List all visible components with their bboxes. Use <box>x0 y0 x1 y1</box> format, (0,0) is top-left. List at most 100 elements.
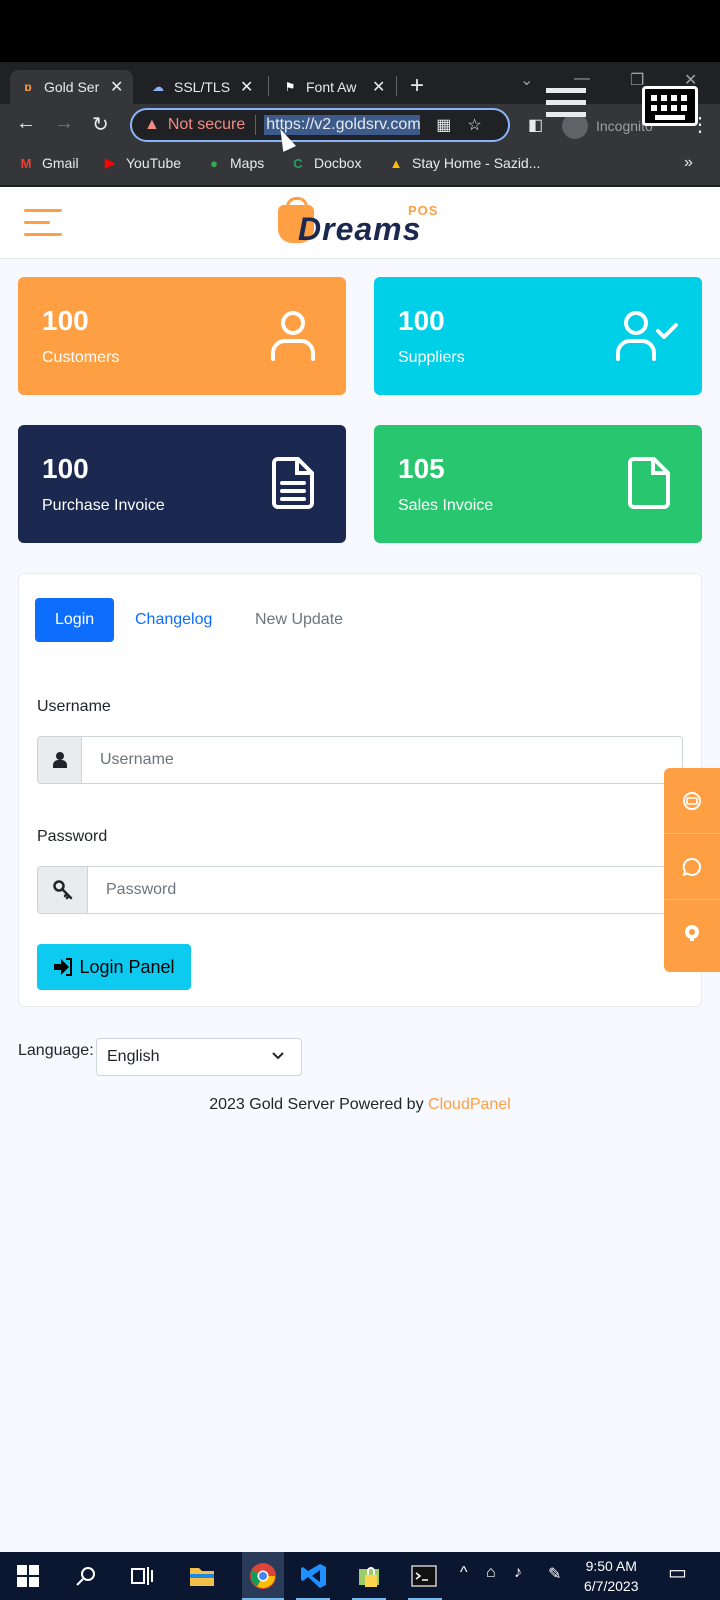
login-button-label: Login Panel <box>79 956 175 977</box>
gmail-icon: M <box>20 155 32 171</box>
youtube-icon: ▶ <box>105 155 115 170</box>
stat-label: Customers <box>42 349 120 366</box>
password-label: Password <box>37 828 108 845</box>
tab-ssl-tls[interactable]: ☁ SSL/TLS ✕ <box>150 70 253 104</box>
warning-icon: ▲ <box>144 116 160 133</box>
drive-icon: ▲ <box>389 155 403 171</box>
support-icon <box>683 791 701 810</box>
cloudpanel-link[interactable]: CloudPanel <box>428 1096 511 1113</box>
pen-icon[interactable]: ✎ <box>548 1564 561 1584</box>
stat-card-customers[interactable]: 100 Customers <box>18 277 346 395</box>
file-text-icon <box>272 457 314 509</box>
browser-chrome: ɒ Gold Ser ✕ ☁ SSL/TLS ✕ ⚑ Font Aw ✕ + ⌄… <box>0 62 720 187</box>
bookmark-label: Maps <box>230 155 265 171</box>
whatsapp-icon <box>682 857 701 876</box>
windows-start-icon[interactable] <box>12 1560 44 1592</box>
bookmark-youtube[interactable]: ▶ YouTube <box>102 155 181 171</box>
close-tab-icon[interactable]: ✕ <box>110 77 123 97</box>
notifications-icon[interactable]: ▭ <box>668 1560 687 1585</box>
page-footer: 2023 Gold Server Powered by CloudPanel <box>0 1096 720 1114</box>
clock-date: 6/7/2023 <box>584 1578 639 1594</box>
bookmark-label: Gmail <box>42 155 79 171</box>
chevron-down-icon <box>272 1052 284 1060</box>
reload-icon[interactable]: ↻ <box>92 112 109 137</box>
file-explorer-icon[interactable] <box>186 1560 218 1592</box>
search-icon[interactable] <box>70 1560 102 1592</box>
username-input-group <box>37 736 683 784</box>
clock-time: 9:50 AM <box>585 1558 637 1574</box>
tab-login[interactable]: Login <box>35 598 115 642</box>
tab-gold-server[interactable]: ɒ Gold Ser ✕ <box>10 70 134 104</box>
dreams-favicon-icon: ɒ <box>24 80 32 94</box>
bookmark-docbox[interactable]: C Docbox <box>290 155 361 171</box>
stat-label: Sales Invoice <box>398 497 494 514</box>
volume-icon[interactable]: ♪ <box>514 1564 522 1582</box>
stat-card-sales-invoice[interactable]: 105 Sales Invoice <box>374 425 702 543</box>
stat-count: 100 <box>42 305 89 336</box>
password-input[interactable] <box>87 866 667 914</box>
app-header: POS Dreams <box>0 187 720 259</box>
stat-card-suppliers[interactable]: 100 Suppliers <box>374 277 702 395</box>
forward-arrow-icon[interactable]: → <box>54 112 74 135</box>
support-button[interactable] <box>664 768 720 834</box>
tab-new-update[interactable]: New Update <box>235 598 363 642</box>
tab-search-icon[interactable]: ⌄ <box>520 70 533 90</box>
bookmarks-bar: M Gmail ▶ YouTube ● Maps C Docbox ▲ Stay… <box>0 146 720 186</box>
qr-code-icon[interactable]: ▦ <box>436 115 451 135</box>
keyboard-icon[interactable] <box>642 86 698 126</box>
bookmark-star-icon[interactable]: ☆ <box>467 115 481 135</box>
username-input[interactable] <box>81 736 683 784</box>
bookmark-gmail[interactable]: M Gmail <box>18 155 79 171</box>
chrome-icon[interactable] <box>242 1552 284 1600</box>
back-arrow-icon[interactable]: ← <box>16 112 36 135</box>
tab-separator <box>268 76 269 96</box>
stat-count: 105 <box>398 453 445 484</box>
taskbar-clock[interactable]: 9:50 AM 6/7/2023 <box>584 1556 639 1596</box>
github-button[interactable] <box>664 900 720 966</box>
dreams-pos-logo[interactable]: POS Dreams <box>278 197 444 249</box>
address-bar[interactable]: ▲ Not secure https://v2.goldsrv.com ▦ ☆ <box>130 108 510 142</box>
stat-count: 100 <box>42 453 89 484</box>
tray-chevron-up-icon[interactable]: ^ <box>460 1564 468 1582</box>
security-status[interactable]: Not secure <box>168 116 245 134</box>
github-icon <box>685 925 699 941</box>
bookmarks-overflow-icon[interactable]: » <box>684 154 693 172</box>
tab-title: SSL/TLS <box>174 79 231 95</box>
omnibox-separator <box>255 115 257 135</box>
logo-text: Dreams <box>298 211 422 247</box>
terminal-icon[interactable] <box>408 1560 440 1592</box>
tab-title: Font Aw <box>306 79 357 95</box>
tab-strip: ɒ Gold Ser ✕ ☁ SSL/TLS ✕ ⚑ Font Aw ✕ + ⌄… <box>0 62 720 104</box>
footer-text: 2023 Gold Server Powered by <box>209 1096 429 1113</box>
maps-pin-icon: ● <box>210 155 218 171</box>
overlay-menu-icon[interactable] <box>546 88 586 124</box>
sidebar-toggle-button[interactable] <box>24 209 62 245</box>
new-tab-button[interactable]: + <box>410 72 424 100</box>
key-icon <box>37 866 87 914</box>
close-tab-icon[interactable]: ✕ <box>240 77 253 97</box>
bookmark-label: YouTube <box>126 155 182 171</box>
tab-title: Gold Ser <box>44 79 100 95</box>
tab-font-awesome[interactable]: ⚑ Font Aw ✕ <box>282 70 386 104</box>
network-icon[interactable]: ⌂ <box>486 1564 496 1582</box>
language-selected-value: English <box>107 1048 160 1065</box>
user-check-icon <box>616 311 678 361</box>
bookmark-stay-home[interactable]: ▲ Stay Home - Sazid... <box>388 155 541 171</box>
minimize-icon[interactable]: — <box>574 70 590 88</box>
language-select[interactable]: English <box>96 1038 302 1076</box>
close-tab-icon[interactable]: ✕ <box>372 77 385 97</box>
stat-card-purchase-invoice[interactable]: 100 Purchase Invoice <box>18 425 346 543</box>
task-view-icon[interactable] <box>126 1560 158 1592</box>
vscode-icon[interactable] <box>298 1560 330 1592</box>
floating-action-bar <box>664 768 720 972</box>
docbox-icon: C <box>293 155 303 171</box>
password-input-group <box>37 866 667 914</box>
tab-changelog[interactable]: Changelog <box>115 598 232 642</box>
bookmark-maps[interactable]: ● Maps <box>206 155 264 171</box>
cloud-favicon-icon: ☁ <box>152 80 164 94</box>
whatsapp-button[interactable] <box>664 834 720 900</box>
side-panel-icon[interactable]: ◧ <box>528 115 543 135</box>
login-panel-button[interactable]: Login Panel <box>37 944 191 990</box>
app-lock-icon[interactable] <box>354 1560 386 1592</box>
bookmark-label: Docbox <box>314 155 362 171</box>
